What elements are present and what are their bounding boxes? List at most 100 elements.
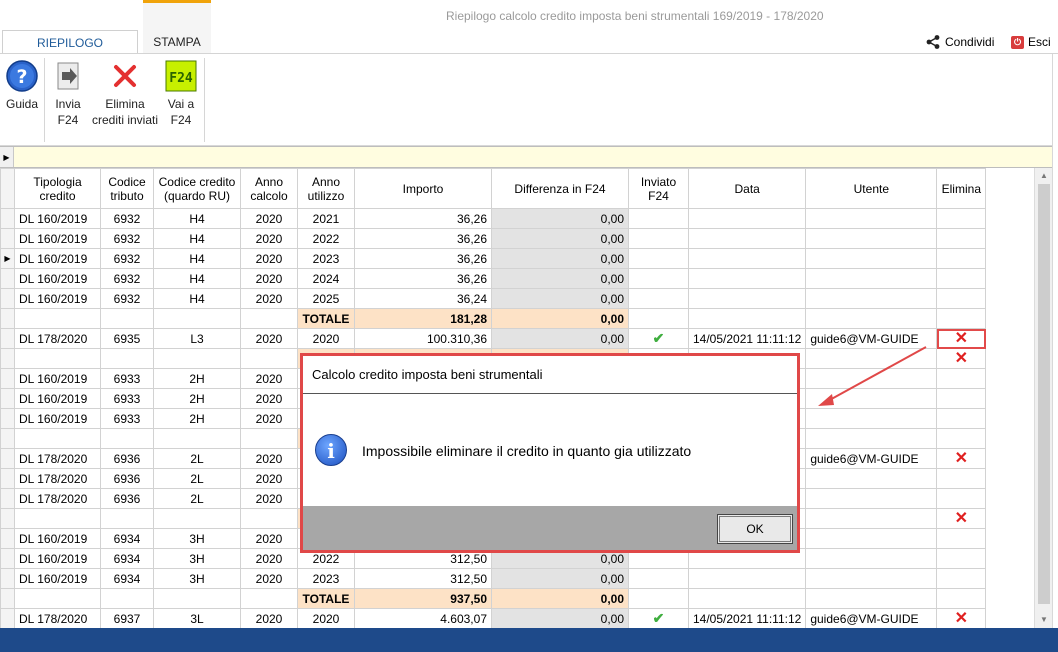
cell-differenza: 0,00 — [491, 268, 629, 289]
cell-tipologia: DL 160/2019 — [14, 268, 101, 289]
cell-tipologia — [14, 348, 101, 369]
cell-elimina — [936, 268, 987, 289]
cell-codice-tributo: 6936 — [100, 488, 154, 509]
vertical-scrollbar[interactable]: ▲ ▼ — [1034, 168, 1052, 628]
col-anno-calcolo[interactable]: Anno calcolo — [240, 168, 298, 209]
table-row[interactable]: DL 160/2019 6932 H4 2020 2025 36,24 0,00 — [0, 288, 987, 309]
total-row[interactable]: TOTALE 937,50 0,00 — [0, 588, 987, 609]
dialog-message: Impossibile eliminare il credito in quan… — [362, 443, 692, 459]
table-row[interactable]: ▶ DL 160/2019 6932 H4 2020 2023 36,26 0,00 — [0, 248, 987, 269]
delete-icon[interactable]: ✕ — [955, 610, 968, 627]
tab-stampa[interactable]: STAMPA — [143, 30, 211, 54]
cell-data — [687, 208, 807, 229]
cell-anno-calcolo: 2020 — [240, 528, 298, 549]
vai-f24-button[interactable]: F24 Vai a F24 — [162, 60, 200, 128]
cell-codice-credito — [153, 348, 241, 369]
cell-anno-calcolo: 2020 — [240, 208, 298, 229]
delete-icon[interactable]: ✕ — [955, 450, 968, 467]
row-indicator — [0, 348, 15, 369]
cell-anno-utilizzo: 2024 — [297, 268, 355, 289]
delete-icon[interactable]: ✕ — [955, 350, 968, 367]
col-codice-tributo[interactable]: Codice tributo — [100, 168, 154, 209]
share-button[interactable]: Condividi — [925, 33, 994, 51]
scroll-down-icon[interactable]: ▼ — [1035, 612, 1053, 628]
cell-elimina[interactable]: ✕ — [936, 508, 987, 529]
cell-tipologia: DL 178/2020 — [14, 328, 101, 349]
cell-elimina[interactable]: ✕ — [936, 608, 987, 628]
cell-codice-tributo — [100, 428, 154, 449]
row-indicator — [0, 428, 15, 449]
delete-icon[interactable]: ✕ — [955, 510, 968, 527]
cell-codice-credito: L3 — [153, 328, 241, 349]
col-data[interactable]: Data — [687, 168, 807, 209]
cell-tipologia — [14, 508, 101, 529]
elimina-crediti-button[interactable]: Elimina crediti inviati — [90, 60, 160, 128]
row-indicator — [0, 268, 15, 289]
row-indicator — [0, 328, 15, 349]
cell-inviato — [628, 248, 689, 269]
filter-row[interactable]: ▶ — [0, 146, 1058, 168]
cell-importo: 100.310,36 — [354, 328, 492, 349]
cell-codice-tributo: 6934 — [100, 528, 154, 549]
scroll-thumb[interactable] — [1038, 184, 1050, 604]
table-row[interactable]: DL 160/2019 6932 H4 2020 2021 36,26 0,00 — [0, 208, 987, 229]
cell-anno-calcolo: 2020 — [240, 408, 298, 429]
cell-anno-calcolo: 2020 — [240, 488, 298, 509]
cell-tipologia: DL 178/2020 — [14, 468, 101, 489]
col-differenza[interactable]: Differenza in F24 — [491, 168, 629, 209]
cell-anno-calcolo — [240, 508, 298, 529]
cell-data: 14/05/2021 11:11:12 — [687, 328, 807, 349]
cell-anno-calcolo: 2020 — [240, 568, 298, 589]
total-row[interactable]: TOTALE 181,28 0,00 — [0, 308, 987, 329]
table-row[interactable]: DL 178/2020 6935 L3 2020 2020 100.310,36 0,00 ✔… — [0, 328, 987, 349]
cell-codice-credito: 3L — [153, 608, 241, 628]
cell-tipologia: DL 160/2019 — [14, 248, 101, 269]
cell-inviato — [628, 588, 689, 609]
delete-icon[interactable]: ✕ — [955, 330, 968, 347]
guida-button[interactable]: ? Guida — [4, 60, 40, 112]
cell-codice-tributo: 6932 — [100, 208, 154, 229]
cell-codice-tributo: 6937 — [100, 608, 154, 628]
table-row[interactable]: DL 178/2020 6937 3L 2020 2020 4.603,07 0,00 ✔ 14… — [0, 608, 987, 628]
row-indicator — [0, 368, 15, 389]
cell-elimina — [936, 468, 987, 489]
cell-data — [687, 588, 807, 609]
cell-elimina[interactable]: ✕ — [936, 348, 987, 369]
col-importo[interactable]: Importo — [354, 168, 492, 209]
table-row[interactable]: DL 160/2019 6932 H4 2020 2022 36,26 0,00 — [0, 228, 987, 249]
row-indicator — [0, 408, 15, 429]
cell-importo: 36,26 — [354, 268, 492, 289]
cell-utente — [805, 368, 938, 389]
help-icon: ? — [6, 60, 38, 92]
col-tipologia[interactable]: Tipologia credito — [14, 168, 101, 209]
vai-label-2: F24 — [170, 113, 192, 127]
table-row[interactable]: DL 160/2019 6932 H4 2020 2024 36,26 0,00 — [0, 268, 987, 289]
exit-button[interactable]: ⏻ Esci — [1011, 33, 1051, 51]
col-codice-credito[interactable]: Codice credito (quardo RU) — [153, 168, 241, 209]
cell-total-differenza: 0,00 — [491, 308, 629, 329]
col-utente[interactable]: Utente — [805, 168, 938, 209]
tab-riepilogo-calcolo[interactable]: RIEPILOGO CALCOLO — [2, 30, 138, 74]
invia-f24-button[interactable]: Invia F24 — [50, 60, 86, 128]
col-elimina[interactable]: Elimina — [936, 168, 987, 209]
cell-codice-tributo: 6934 — [100, 568, 154, 589]
share-label: Condividi — [945, 35, 995, 49]
ok-button[interactable]: OK — [717, 514, 793, 544]
cell-data — [687, 228, 807, 249]
table-row[interactable]: DL 160/2019 6934 3H 2020 2023 312,50 0,00 — [0, 568, 987, 589]
scroll-up-icon[interactable]: ▲ — [1035, 168, 1053, 184]
cell-tipologia — [14, 308, 101, 329]
cell-codice-tributo: 6932 — [100, 288, 154, 309]
f24-icon: F24 — [165, 60, 197, 92]
col-inviato[interactable]: Inviato F24 — [628, 168, 689, 209]
ribbon-separator — [44, 58, 45, 142]
cell-elimina[interactable]: ✕ — [936, 328, 987, 349]
cell-utente: guide6@VM-GUIDE — [805, 448, 938, 469]
cell-elimina — [936, 308, 987, 329]
cell-inviato — [628, 268, 689, 289]
cell-anno-calcolo: 2020 — [240, 388, 298, 409]
cell-anno-calcolo — [240, 588, 298, 609]
cell-importo: 36,26 — [354, 248, 492, 269]
cell-elimina[interactable]: ✕ — [936, 448, 987, 469]
col-anno-utilizzo[interactable]: Anno utilizzo — [297, 168, 355, 209]
